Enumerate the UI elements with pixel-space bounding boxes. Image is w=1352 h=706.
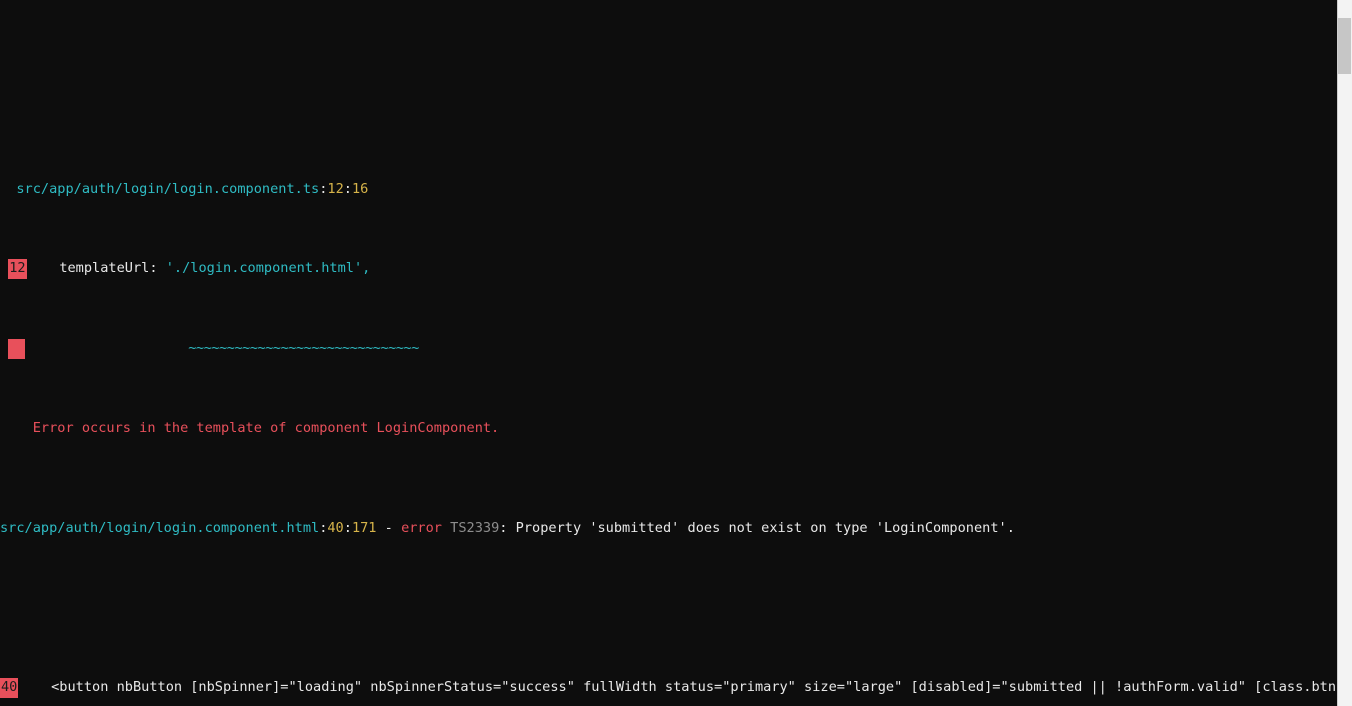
squiggle-underline: ~~~~~~~~~~~~~~~~~~~~~~~~~~~~~~ <box>188 340 419 357</box>
line-number-gutter: 40 <box>0 678 19 699</box>
line-number-gutter: 12 <box>8 259 27 280</box>
terminal-window: src/app/auth/login/login.component.ts:12… <box>0 0 1352 706</box>
source-path: src/app/auth/login/login.component.ts <box>16 180 320 197</box>
code-line: 40 <button nbButton [nbSpinner]="loading… <box>0 678 1337 699</box>
template-note: Error occurs in the template of componen… <box>32 419 500 436</box>
source-column-number: 16 <box>351 180 369 197</box>
error-column-number: 171 <box>351 519 377 536</box>
code-token-string: './login.component.html', <box>165 260 371 277</box>
terminal-console-output[interactable]: src/app/auth/login/login.component.ts:12… <box>0 0 1337 706</box>
code-token-key: templateUrl: <box>59 260 166 277</box>
squiggle-line: ~~~~~~~~~~~~~~~~~~~~~~~~~~~~~~ <box>0 339 1337 360</box>
code-line: 12 templateUrl: './login.component.html'… <box>0 259 1337 280</box>
error-code: TS2339 <box>450 519 500 536</box>
scrollbar-thumb[interactable] <box>1338 18 1351 74</box>
error-path: src/app/auth/login/login.component.html <box>0 519 320 536</box>
vertical-scrollbar[interactable] <box>1337 0 1352 706</box>
source-line-number: 12 <box>327 180 344 197</box>
error-message: Property 'submitted' does not exist on t… <box>515 519 1015 536</box>
source-ref-line: src/app/auth/login/login.component.ts:12… <box>16 180 369 197</box>
error-ref-line: src/app/auth/login/login.component.html:… <box>0 519 1015 536</box>
template-note-line: Error occurs in the template of componen… <box>0 419 1337 439</box>
code-text: <button nbButton [nbSpinner]="loading" n… <box>18 679 1337 696</box>
error-keyword: error <box>401 519 442 536</box>
error-line-number: 40 <box>327 519 344 536</box>
